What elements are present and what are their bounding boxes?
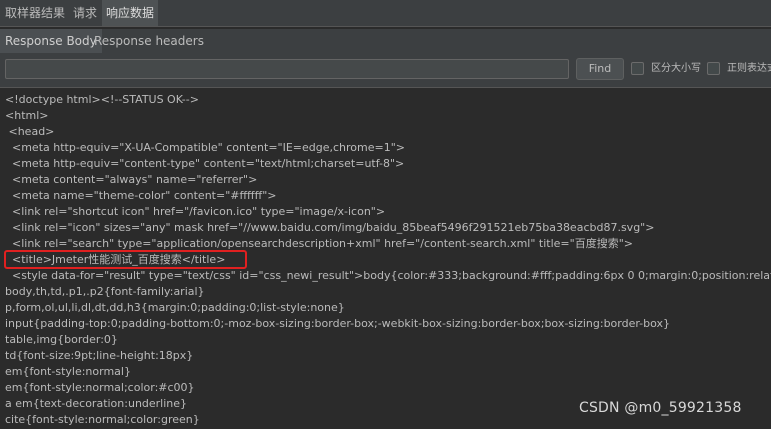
regex-checkbox[interactable] xyxy=(707,62,720,75)
tab-sampler-result[interactable]: 取样器结果 xyxy=(5,0,65,26)
search-bar: Find 区分大小写 正则表达式 xyxy=(0,53,771,87)
body-line: <meta name="theme-color" content="#fffff… xyxy=(5,189,277,202)
jmeter-response-viewer: 取样器结果 请求 响应数据 Response Body Response hea… xyxy=(0,0,771,429)
body-line: <meta content="always" name="referrer"> xyxy=(5,173,258,186)
body-line: cite{font-style:normal;color:green} xyxy=(5,413,200,426)
case-sensitive-checkbox[interactable] xyxy=(631,62,644,75)
body-line: <link rel="icon" sizes="any" mask href="… xyxy=(5,221,655,234)
sub-tab-bar: Response Body Response headers xyxy=(0,29,771,53)
body-line: em{font-style:normal} xyxy=(5,365,131,378)
body-line: <link rel="shortcut icon" href="/favicon… xyxy=(5,205,386,218)
body-line: <html> xyxy=(5,109,49,122)
tab-response-headers[interactable]: Response headers xyxy=(94,29,204,53)
tab-response-body[interactable]: Response Body xyxy=(0,29,102,53)
body-line: td{font-size:9pt;line-height:18px} xyxy=(5,349,194,362)
divider xyxy=(0,26,771,27)
body-line: <meta http-equiv="X-UA-Compatible" conte… xyxy=(5,141,406,154)
body-line: <head> xyxy=(5,125,55,138)
title-highlight-box xyxy=(4,250,247,269)
body-line: body,th,td,.p1,.p2{font-family:arial} xyxy=(5,285,205,298)
body-line: input{padding-top:0;padding-bottom:0;-mo… xyxy=(5,317,671,330)
body-line: p,form,ol,ul,li,dl,dt,dd,h3{margin:0;pad… xyxy=(5,301,345,314)
body-line: <!doctype html><!--STATUS OK--> xyxy=(5,93,199,106)
top-tab-bar: 取样器结果 请求 响应数据 xyxy=(0,0,771,26)
body-line: <style data-for="result" type="text/css"… xyxy=(5,269,771,282)
find-button[interactable]: Find xyxy=(576,58,624,80)
body-line: <meta http-equiv="content-type" content=… xyxy=(5,157,405,170)
body-line: a em{text-decoration:underline} xyxy=(5,397,188,410)
tab-response-data[interactable]: 响应数据 xyxy=(102,0,159,26)
regex-label: 正则表达式 xyxy=(727,63,771,74)
body-line: table,img{border:0} xyxy=(5,333,118,346)
body-line: em{font-style:normal;color:#c00} xyxy=(5,381,195,394)
watermark: CSDN @m0_59921358 xyxy=(579,400,742,416)
tab-request[interactable]: 请求 xyxy=(73,0,97,26)
search-input[interactable] xyxy=(5,59,569,79)
case-sensitive-label: 区分大小写 xyxy=(651,63,701,74)
